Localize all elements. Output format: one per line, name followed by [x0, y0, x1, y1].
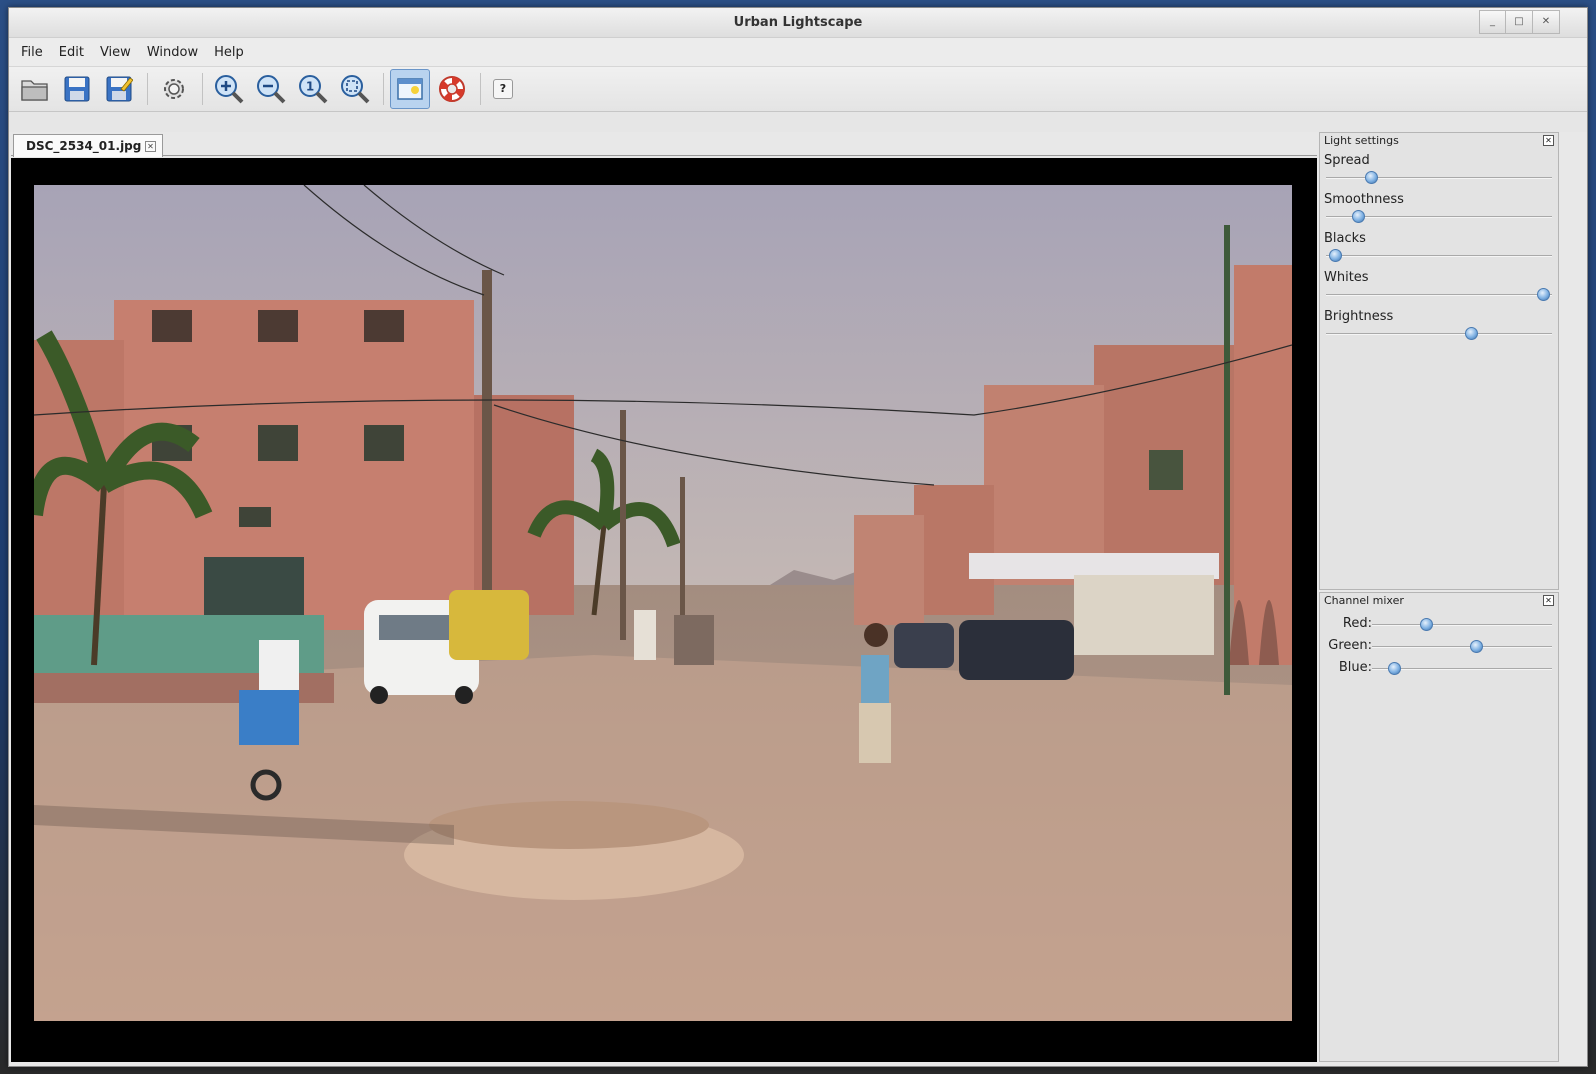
- slider-handle[interactable]: [1470, 640, 1484, 653]
- channel-mixer-slider[interactable]: [1372, 640, 1552, 653]
- window-title: Urban Lightscape: [733, 15, 863, 30]
- menu-help[interactable]: Help: [206, 41, 252, 64]
- slider-handle[interactable]: [1329, 249, 1343, 262]
- light-setting-label: Blacks: [1324, 231, 1366, 246]
- right-dock-panel: Light settings ✕ Spread Smoothness Blacks W…: [1319, 132, 1559, 1062]
- whats-this-button[interactable]: ?: [493, 79, 513, 99]
- minimize-button[interactable]: _: [1479, 10, 1506, 34]
- slider-handle[interactable]: [1351, 210, 1365, 223]
- app-window: Urban Lightscape _ □ ✕ File Edit View Wi…: [8, 7, 1588, 1067]
- slider-track: [1326, 255, 1552, 257]
- menu-window[interactable]: Window: [139, 41, 206, 64]
- slider-handle[interactable]: [1420, 618, 1433, 631]
- street-photo-image: [34, 185, 1292, 1021]
- channel-mixer-slider[interactable]: [1372, 618, 1552, 631]
- maximize-button[interactable]: □: [1506, 10, 1533, 34]
- light-setting-label: Smoothness: [1324, 192, 1404, 207]
- open-button[interactable]: [15, 69, 55, 109]
- gear-icon: [164, 79, 184, 99]
- toolbar-spacer: [9, 112, 1587, 132]
- settings-button[interactable]: [154, 69, 194, 109]
- zoom-fit-button[interactable]: [335, 69, 375, 109]
- save-as-icon: [106, 76, 133, 102]
- slider-track: [1326, 333, 1552, 335]
- slider-track: [1326, 177, 1552, 179]
- slider-handle[interactable]: [1536, 288, 1550, 301]
- light-setting-slider[interactable]: [1326, 171, 1552, 184]
- title-bar[interactable]: Urban Lightscape _ □ ✕: [9, 8, 1587, 38]
- document-tab[interactable]: DSC_2534_01.jpg ✕: [13, 134, 163, 157]
- channel-mixer-slider[interactable]: [1372, 662, 1552, 675]
- slider-track: [1326, 294, 1552, 296]
- slider-track: [1372, 624, 1552, 626]
- menu-edit[interactable]: Edit: [51, 41, 92, 64]
- light-setting-label: Brightness: [1324, 309, 1394, 324]
- channel-mixer-row: Red:: [1320, 613, 1558, 635]
- light-settings-sliders: Spread Smoothness Blacks Whites Brightness: [1320, 149, 1558, 344]
- channel-mixer-label: Blue:: [1338, 660, 1372, 675]
- channel-mixer-row: Green:: [1320, 635, 1558, 657]
- light-setting-label: Spread: [1324, 153, 1370, 168]
- toolbar-separator: [147, 73, 148, 105]
- light-setting-slider[interactable]: [1326, 210, 1552, 223]
- open-folder-icon: [21, 80, 48, 101]
- zoom-actual-size-button[interactable]: 1: [293, 69, 333, 109]
- lifebuoy-icon: [439, 76, 465, 102]
- channel-mixer-label: Green:: [1328, 638, 1372, 653]
- image-preview-icon: [397, 78, 423, 100]
- svg-text:1: 1: [306, 80, 314, 94]
- channel-mixer-label: Red:: [1342, 616, 1372, 631]
- menu-bar: File Edit View Window Help: [9, 38, 1587, 66]
- light-setting-row: Whites: [1320, 266, 1558, 305]
- light-setting-slider[interactable]: [1326, 249, 1552, 262]
- window-controls: _ □ ✕: [1479, 10, 1560, 34]
- light-setting-slider[interactable]: [1326, 288, 1552, 301]
- photo-preview: [34, 185, 1292, 1021]
- zoom-in-button[interactable]: [209, 69, 249, 109]
- channel-mixer-row: Blue:: [1320, 657, 1558, 679]
- close-window-button[interactable]: ✕: [1533, 10, 1560, 34]
- document-area: DSC_2534_01.jpg ✕: [11, 132, 1317, 1062]
- menu-view[interactable]: View: [92, 41, 139, 64]
- menu-file[interactable]: File: [13, 41, 51, 64]
- tab-close-icon[interactable]: ✕: [145, 141, 156, 152]
- zoom-100-icon: 1: [299, 75, 328, 104]
- light-setting-row: Spread: [1320, 149, 1558, 188]
- light-setting-row: Brightness: [1320, 305, 1558, 344]
- main-content: DSC_2534_01.jpg ✕ Light settings ✕ Sprea…: [9, 132, 1587, 1066]
- zoom-out-icon: [257, 75, 286, 104]
- channel-mixer-sliders: Red: Green: Blue:: [1320, 609, 1558, 679]
- slider-track: [1372, 646, 1552, 648]
- light-settings-close-icon[interactable]: ✕: [1543, 135, 1554, 146]
- toolbar-separator: [383, 73, 384, 105]
- document-tab-label: DSC_2534_01.jpg: [26, 139, 142, 153]
- save-disk-icon: [64, 76, 90, 102]
- zoom-fit-icon: [341, 75, 370, 104]
- channel-mixer-close-icon[interactable]: ✕: [1543, 595, 1554, 606]
- channel-mixer-dock: Channel mixer ✕ Red: Green: Blue:: [1319, 592, 1559, 1062]
- light-settings-title-text: Light settings: [1324, 134, 1399, 147]
- light-settings-dock: Light settings ✕ Spread Smoothness Blacks W…: [1319, 132, 1559, 590]
- channel-mixer-title[interactable]: Channel mixer ✕: [1320, 593, 1558, 609]
- document-tab-bar: DSC_2534_01.jpg ✕: [11, 132, 1317, 157]
- slider-handle[interactable]: [1365, 171, 1379, 184]
- zoom-out-button[interactable]: [251, 69, 291, 109]
- channel-mixer-title-text: Channel mixer: [1324, 594, 1404, 607]
- toolbar-separator: [480, 73, 481, 105]
- save-as-button[interactable]: [99, 69, 139, 109]
- light-setting-row: Blacks: [1320, 227, 1558, 266]
- slider-handle[interactable]: [1464, 327, 1478, 340]
- light-setting-label: Whites: [1324, 270, 1369, 285]
- light-setting-slider[interactable]: [1326, 327, 1552, 340]
- preview-toggle-button[interactable]: [390, 69, 430, 109]
- zoom-in-icon: [215, 75, 244, 104]
- slider-handle[interactable]: [1387, 662, 1401, 675]
- light-setting-row: Smoothness: [1320, 188, 1558, 227]
- toolbar: 1 ?: [9, 66, 1587, 112]
- save-button[interactable]: [57, 69, 97, 109]
- light-settings-title[interactable]: Light settings ✕: [1320, 133, 1558, 149]
- toolbar-separator: [202, 73, 203, 105]
- help-lifebuoy-button[interactable]: [432, 69, 472, 109]
- image-canvas[interactable]: [11, 158, 1317, 1062]
